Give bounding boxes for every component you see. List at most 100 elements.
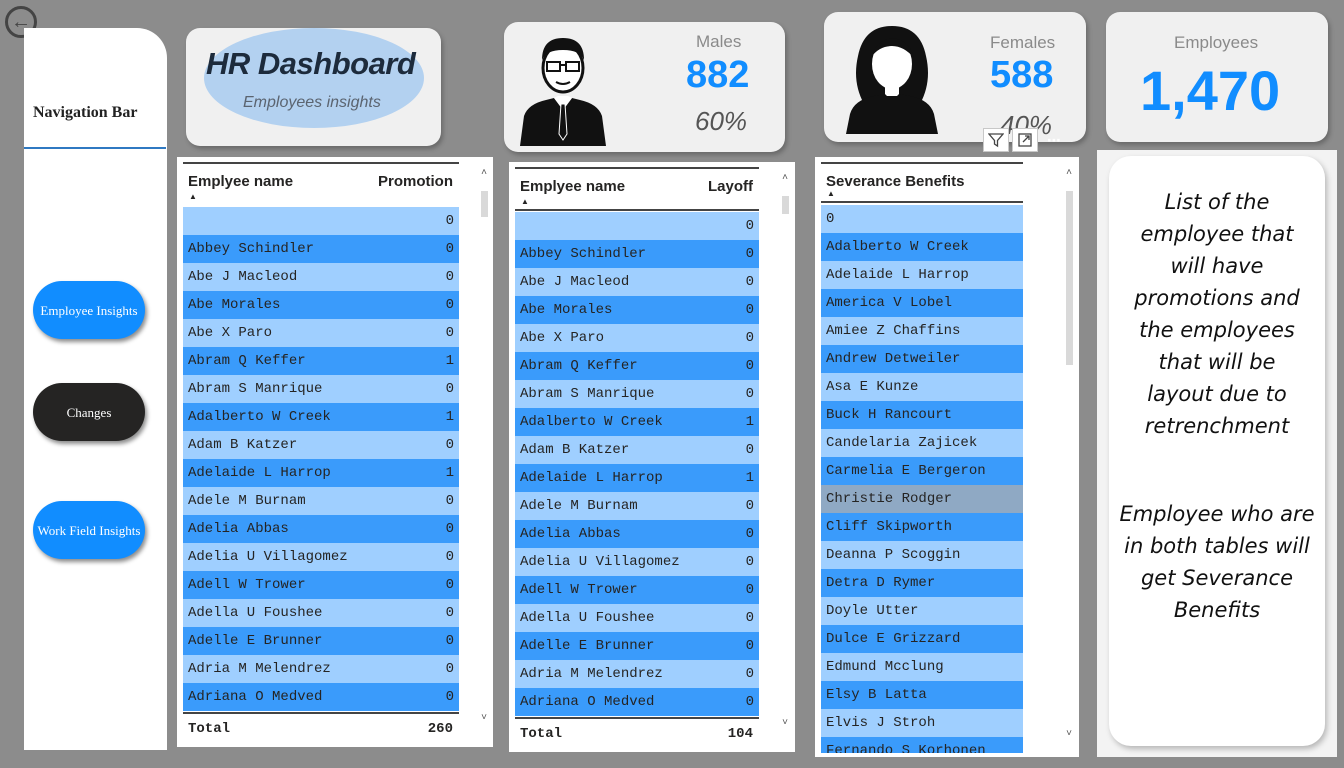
table-row[interactable]: Carmelia E Bergeron	[821, 457, 1023, 485]
table-row[interactable]: Adell W Trower 0	[183, 571, 459, 599]
column-header-name[interactable]: Emplyee name	[515, 178, 708, 195]
table-row[interactable]: Adell W Trower 0	[515, 576, 759, 604]
table-row[interactable]: Adalberto W Creek 1	[183, 403, 459, 431]
value-cell: 0	[445, 213, 454, 229]
table-row[interactable]: Asa E Kunze	[821, 373, 1023, 401]
table-row[interactable]: Elvis J Stroh	[821, 709, 1023, 737]
table-row[interactable]: Abbey Schindler 0	[183, 235, 459, 263]
table-row[interactable]: 0	[183, 207, 459, 235]
table-row[interactable]: Abram S Manrique 0	[183, 375, 459, 403]
employee-insights-button[interactable]: Employee Insights	[33, 281, 145, 339]
table-row[interactable]: Abe X Paro 0	[515, 324, 759, 352]
table-row[interactable]: Dulce E Grizzard	[821, 625, 1023, 653]
table-row[interactable]: Doyle Utter	[821, 597, 1023, 625]
promotion-table-header: Emplyee name Promotion	[183, 162, 459, 190]
table-row[interactable]: Adelaide L Harrop 1	[515, 464, 759, 492]
value-cell: 1	[445, 465, 454, 481]
promotion-rows: 0 Abbey Schindler 0 Abe J Macleod 0 Abe Moral…	[183, 207, 459, 711]
table-row[interactable]: Adelaide L Harrop 1	[183, 459, 459, 487]
table-row[interactable]: Abram Q Keffer 1	[183, 347, 459, 375]
value-cell: 0	[445, 521, 454, 537]
table-row[interactable]: Adria M Melendrez 0	[515, 660, 759, 688]
table-row[interactable]: Abe X Paro 0	[183, 319, 459, 347]
employee-name-cell: Doyle Utter	[826, 603, 919, 619]
column-header-severance[interactable]: Severance Benefits	[821, 173, 964, 190]
employee-name-cell: Abbey Schindler	[188, 241, 315, 257]
table-row[interactable]: Elsy B Latta	[821, 681, 1023, 709]
table-row[interactable]: Adele M Burnam 0	[515, 492, 759, 520]
value-cell: 0	[745, 358, 754, 374]
table-row[interactable]: Candelaria Zajicek	[821, 429, 1023, 457]
sort-ascending-icon[interactable]: ▲	[189, 192, 197, 201]
table-row[interactable]: Amiee Z Chaffins	[821, 317, 1023, 345]
table-row[interactable]: 0	[515, 212, 759, 240]
table-row[interactable]: Fernando S Korhonen	[821, 737, 1023, 753]
table-row[interactable]: Adalberto W Creek	[821, 233, 1023, 261]
employee-name-cell: Buck H Rancourt	[826, 407, 953, 423]
value-cell: 0	[445, 633, 454, 649]
value-cell: 0	[445, 577, 454, 593]
work-field-insights-button[interactable]: Work Field Insights	[33, 501, 145, 559]
table-row[interactable]: Adriana O Medved 0	[515, 688, 759, 716]
table-row[interactable]: Cliff Skipworth	[821, 513, 1023, 541]
value-cell: 1	[745, 414, 754, 430]
table-row[interactable]: Adelia Abbas 0	[515, 520, 759, 548]
value-cell: 0	[745, 526, 754, 542]
table-row[interactable]: 0	[821, 205, 1023, 233]
table-row[interactable]: Adalberto W Creek 1	[515, 408, 759, 436]
table-row[interactable]: Adelia U Villagomez 0	[183, 543, 459, 571]
employee-name-cell: Adelaide L Harrop	[520, 470, 663, 486]
employee-name-cell: Abram S Manrique	[520, 386, 655, 402]
sort-ascending-icon[interactable]: ▲	[521, 197, 529, 206]
table-row[interactable]: Abbey Schindler 0	[515, 240, 759, 268]
table-row[interactable]: Edmund Mcclung	[821, 653, 1023, 681]
table-row[interactable]: Adelle E Brunner 0	[515, 632, 759, 660]
employee-name-cell: Adelia U Villagomez	[188, 549, 348, 565]
table-row[interactable]: Adriana O Medved 0	[183, 683, 459, 711]
table-row[interactable]: Abram S Manrique 0	[515, 380, 759, 408]
table-row[interactable]: Abe J Macleod 0	[183, 263, 459, 291]
more-options-icon[interactable]: ⋯	[1041, 128, 1067, 152]
table-row[interactable]: Adella U Foushee 0	[515, 604, 759, 632]
employee-name-cell: Adria M Melendrez	[520, 666, 663, 682]
employee-name-cell: Adelia U Villagomez	[520, 554, 680, 570]
promotion-total-value: 260	[427, 721, 453, 737]
table-row[interactable]: Adelle E Brunner 0	[183, 627, 459, 655]
table-row[interactable]: Deanna P Scoggin	[821, 541, 1023, 569]
table-row[interactable]: Adele M Burnam 0	[183, 487, 459, 515]
table-row[interactable]: Adam B Katzer 0	[183, 431, 459, 459]
table-row[interactable]: America V Lobel	[821, 289, 1023, 317]
focus-mode-icon[interactable]	[1012, 128, 1038, 152]
table-row[interactable]: Adelaide L Harrop	[821, 261, 1023, 289]
table-row[interactable]: Christie Rodger	[821, 485, 1023, 513]
column-header-promotion[interactable]: Promotion	[378, 173, 459, 190]
employee-name-cell: Adella U Foushee	[520, 610, 655, 626]
table-row[interactable]: Abe Morales 0	[183, 291, 459, 319]
table-row[interactable]: Detra D Rymer	[821, 569, 1023, 597]
table-row[interactable]: Abe Morales 0	[515, 296, 759, 324]
sort-ascending-icon[interactable]: ▲	[827, 189, 835, 198]
table-row[interactable]: Abe J Macleod 0	[515, 268, 759, 296]
table-row[interactable]: Adelia Abbas 0	[183, 515, 459, 543]
layoff-scrollbar[interactable]: ˄ ˅	[780, 172, 790, 728]
filter-icon[interactable]	[983, 128, 1009, 152]
table-row[interactable]: Buck H Rancourt	[821, 401, 1023, 429]
value-cell: 0	[445, 381, 454, 397]
severance-rows: 0 Adalberto W Creek Adelaide L Harrop Ameri…	[821, 205, 1023, 753]
employee-name-cell: Carmelia E Bergeron	[826, 463, 986, 479]
table-row[interactable]: Adam B Katzer 0	[515, 436, 759, 464]
employee-name-cell: America V Lobel	[826, 295, 953, 311]
column-header-name[interactable]: Emplyee name	[183, 173, 378, 190]
table-row[interactable]: Abram Q Keffer 0	[515, 352, 759, 380]
changes-button[interactable]: Changes	[33, 383, 145, 441]
column-header-layoff[interactable]: Layoff	[708, 178, 759, 195]
severance-scrollbar[interactable]: ˄ ˅	[1064, 167, 1074, 739]
table-row[interactable]: Adria M Melendrez 0	[183, 655, 459, 683]
table-row[interactable]: Adella U Foushee 0	[183, 599, 459, 627]
employee-name-cell: Adelle E Brunner	[520, 638, 655, 654]
employee-name-cell: Abbey Schindler	[520, 246, 647, 262]
promotion-scrollbar[interactable]: ˄ ˅	[479, 167, 489, 723]
table-row[interactable]: Andrew Detweiler	[821, 345, 1023, 373]
layoff-table: Emplyee name Layoff ▲ 0 Abbey Schindler 0 A…	[509, 162, 795, 752]
table-row[interactable]: Adelia U Villagomez 0	[515, 548, 759, 576]
